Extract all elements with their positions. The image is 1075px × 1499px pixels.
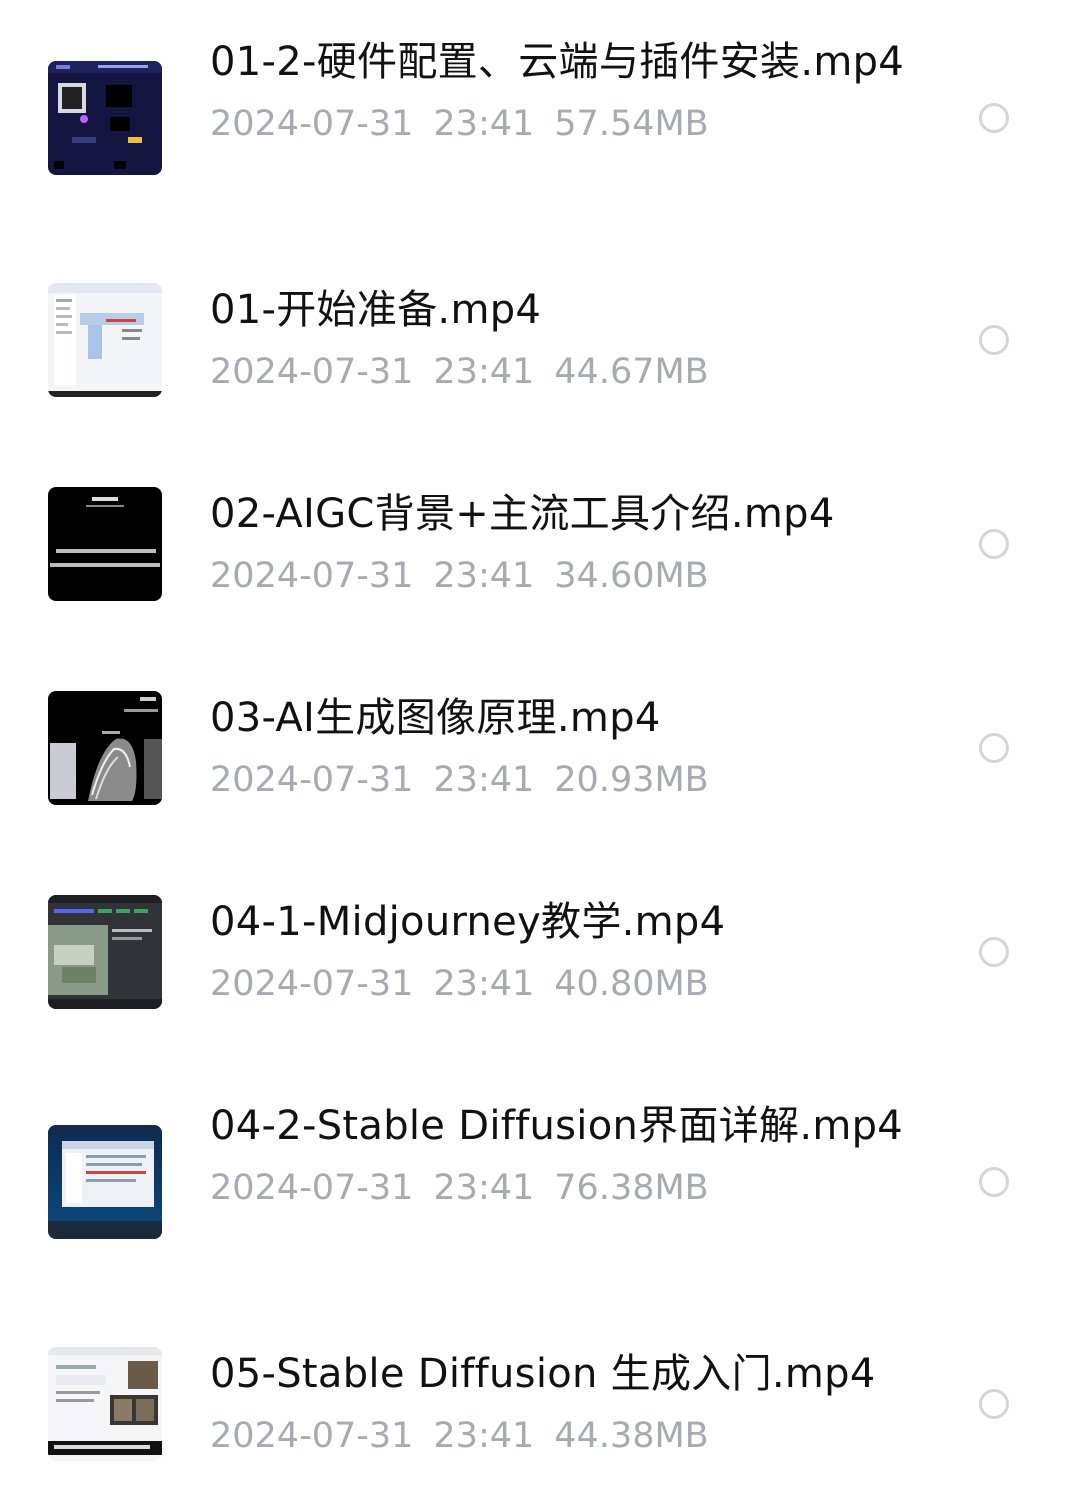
file-name: 04-1-Midjourney教学.mp4 <box>210 899 726 945</box>
file-name: 01-开始准备.mp4 <box>210 287 542 333</box>
select-radio-button[interactable] <box>979 325 1009 355</box>
file-meta: 2024-07-31 23:41 34.60MB <box>210 548 930 604</box>
file-size: 34.60MB <box>554 556 709 596</box>
video-thumbnail[interactable] <box>48 1347 162 1461</box>
select-radio-button[interactable] <box>979 937 1009 967</box>
file-date: 2024-07-31 <box>210 1416 414 1456</box>
select-radio-button[interactable] <box>979 1389 1009 1419</box>
file-meta: 2024-07-31 23:41 20.93MB <box>210 752 930 808</box>
file-time: 23:41 <box>433 760 535 800</box>
select-radio-button[interactable] <box>979 529 1009 559</box>
select-radio-button[interactable] <box>979 103 1009 133</box>
select-radio-button[interactable] <box>979 1167 1009 1197</box>
file-size: 44.67MB <box>554 352 709 392</box>
file-date: 2024-07-31 <box>210 964 414 1004</box>
file-time: 23:41 <box>433 964 535 1004</box>
select-radio-button[interactable] <box>979 733 1009 763</box>
file-name: 03-AI生成图像原理.mp4 <box>210 695 661 741</box>
file-meta: 2024-07-31 23:41 40.80MB <box>210 956 930 1012</box>
file-time: 23:41 <box>433 352 535 392</box>
file-name: 04-2-Stable Diffusion界面详解.mp4 <box>210 1103 904 1149</box>
file-date: 2024-07-31 <box>210 104 414 144</box>
file-time: 23:41 <box>433 104 535 144</box>
video-thumbnail[interactable] <box>48 487 162 601</box>
file-time: 23:41 <box>433 556 535 596</box>
file-date: 2024-07-31 <box>210 352 414 392</box>
video-thumbnail[interactable] <box>48 283 162 397</box>
file-time: 23:41 <box>433 1168 535 1208</box>
file-meta: 2024-07-31 23:41 44.67MB <box>210 344 930 400</box>
file-time: 23:41 <box>433 1416 535 1456</box>
file-meta: 2024-07-31 23:41 76.38MB <box>210 1160 930 1216</box>
file-size: 76.38MB <box>554 1168 709 1208</box>
video-thumbnail[interactable] <box>48 895 162 1009</box>
file-date: 2024-07-31 <box>210 556 414 596</box>
file-date: 2024-07-31 <box>210 760 414 800</box>
file-name: 02-AIGC背景+主流工具介绍.mp4 <box>210 491 835 537</box>
file-size: 57.54MB <box>554 104 709 144</box>
video-thumbnail[interactable] <box>48 691 162 805</box>
file-date: 2024-07-31 <box>210 1168 414 1208</box>
file-size: 40.80MB <box>554 964 709 1004</box>
video-thumbnail[interactable] <box>48 1125 162 1239</box>
file-size: 44.38MB <box>554 1416 709 1456</box>
video-thumbnail[interactable] <box>48 61 162 175</box>
file-meta: 2024-07-31 23:41 57.54MB <box>210 96 930 152</box>
file-size: 20.93MB <box>554 760 709 800</box>
file-name: 05-Stable Diffusion 生成入门.mp4 <box>210 1351 876 1397</box>
file-meta: 2024-07-31 23:41 44.38MB <box>210 1408 930 1464</box>
file-name: 01-2-硬件配置、云端与插件安装.mp4 <box>210 39 905 85</box>
